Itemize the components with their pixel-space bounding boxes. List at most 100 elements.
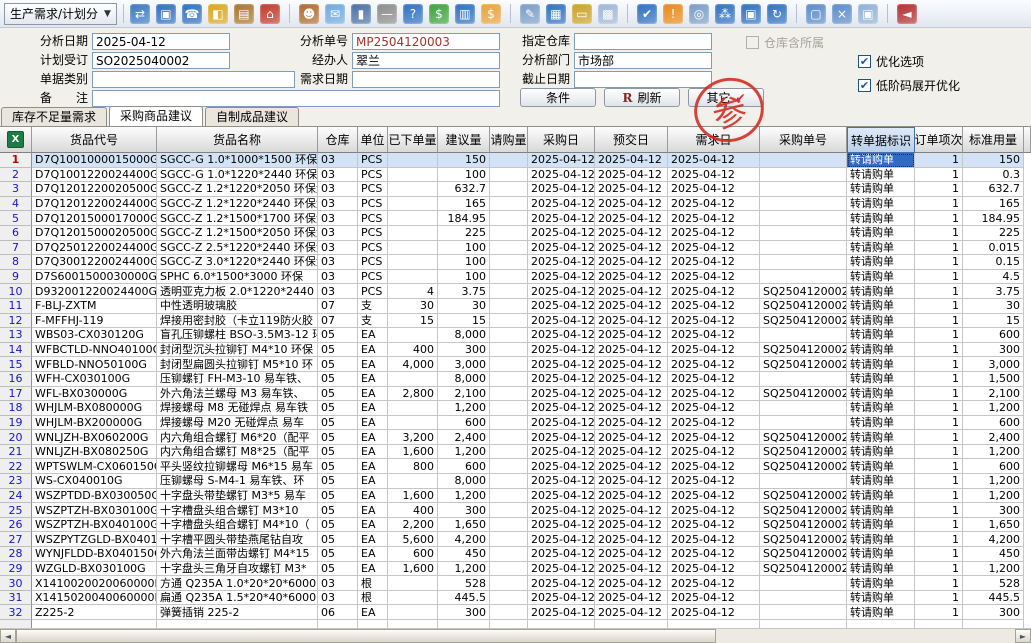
- cell-transfer-flag[interactable]: 转请购单: [847, 518, 915, 533]
- cell-ordered-qty[interactable]: [388, 211, 438, 226]
- cell-code[interactable]: WSZPYTZGLD-BX040150G: [32, 532, 157, 547]
- cell-ordered-qty[interactable]: [388, 328, 438, 343]
- cell-transfer-flag[interactable]: 转请购单: [847, 168, 915, 183]
- cell-transfer-flag[interactable]: 转请购单: [847, 372, 915, 387]
- monitor-edit-icon[interactable]: ▣: [741, 4, 761, 24]
- cell-demand-date[interactable]: 2025-04-12: [668, 182, 760, 197]
- cell-request-qty[interactable]: [490, 430, 528, 445]
- cell-ordered-qty[interactable]: [388, 474, 438, 489]
- cell-purchase-date[interactable]: 2025-04-12: [528, 416, 595, 431]
- cell-name[interactable]: 十字槽平圆头带垫燕尾钻自攻: [157, 532, 318, 547]
- cell-purchase-date[interactable]: 2025-04-12: [528, 226, 595, 241]
- cell-request-qty[interactable]: [490, 474, 528, 489]
- cell-unit[interactable]: EA: [358, 459, 388, 474]
- cell-suggest-qty[interactable]: 1,200: [438, 562, 490, 577]
- table-row[interactable]: 8D7Q3001220024400GSGCC-Z 3.0*1220*2440 环…: [0, 255, 1031, 270]
- cell-request-qty[interactable]: [490, 211, 528, 226]
- row-number[interactable]: 4: [0, 197, 32, 212]
- cell-predeliver-date[interactable]: 2025-04-12: [595, 547, 668, 562]
- cell-unit[interactable]: EA: [358, 401, 388, 416]
- cell-demand-date[interactable]: 2025-04-12: [668, 474, 760, 489]
- scrollbar-track[interactable]: [716, 629, 1015, 643]
- cell-purchase-date[interactable]: 2025-04-12: [528, 489, 595, 504]
- cell-suggest-qty[interactable]: 632.7: [438, 182, 490, 197]
- cell-po-no[interactable]: [760, 474, 847, 489]
- cell-purchase-date[interactable]: 2025-04-12: [528, 328, 595, 343]
- cell-order-item[interactable]: 1: [915, 576, 963, 591]
- cell-transfer-flag[interactable]: 转请购单: [847, 328, 915, 343]
- phone-icon[interactable]: ☎: [182, 4, 202, 24]
- approve-icon[interactable]: ✔: [637, 4, 657, 24]
- column-header-ordered-qty[interactable]: 已下单量: [388, 127, 438, 153]
- cell-suggest-qty[interactable]: 300: [438, 605, 490, 620]
- table-row[interactable]: 10D932001220024400G透明亚克力板 2.0*1220*24400…: [0, 284, 1031, 299]
- cell-unit[interactable]: EA: [358, 532, 388, 547]
- analysis-dept-field[interactable]: [574, 52, 712, 69]
- cell-unit[interactable]: PCS: [358, 211, 388, 226]
- cell-unit[interactable]: PCS: [358, 168, 388, 183]
- cell-ordered-qty[interactable]: [388, 591, 438, 606]
- money-icon[interactable]: $: [429, 4, 449, 24]
- cell-demand-date[interactable]: 2025-04-12: [668, 562, 760, 577]
- cell-name[interactable]: 焊接螺母 M8 无碰焊点 易车铁: [157, 401, 318, 416]
- cell-predeliver-date[interactable]: 2025-04-12: [595, 474, 668, 489]
- cell-name[interactable]: 十字盘头带垫螺钉 M3*5 易车: [157, 489, 318, 504]
- cell-demand-date[interactable]: 2025-04-12: [668, 605, 760, 620]
- cell-transfer-flag[interactable]: 转请购单: [847, 197, 915, 212]
- cell-order-item[interactable]: 1: [915, 416, 963, 431]
- cell-demand-date[interactable]: 2025-04-12: [668, 387, 760, 402]
- cell-request-qty[interactable]: [490, 445, 528, 460]
- cell-po-no[interactable]: [760, 605, 847, 620]
- cell-demand-date[interactable]: 2025-04-12: [668, 547, 760, 562]
- cell-std-qty[interactable]: 600: [963, 416, 1024, 431]
- cell-std-qty[interactable]: 0.15: [963, 255, 1024, 270]
- module-dropdown[interactable]: 生产需求/计划分 ▼: [4, 3, 117, 25]
- cell-unit[interactable]: EA: [358, 503, 388, 518]
- cell-std-qty[interactable]: 600: [963, 459, 1024, 474]
- cell-unit[interactable]: EA: [358, 489, 388, 504]
- cell-ordered-qty[interactable]: [388, 226, 438, 241]
- cell-order-item[interactable]: 1: [915, 284, 963, 299]
- refresh-button[interactable]: R 刷新: [604, 88, 680, 107]
- row-number[interactable]: 32: [0, 605, 32, 620]
- cell-transfer-flag[interactable]: 转请购单: [847, 532, 915, 547]
- cell-name[interactable]: SGCC-Z 1.2*1500*1700 环保大: [157, 211, 318, 226]
- cell-predeliver-date[interactable]: 2025-04-12: [595, 372, 668, 387]
- column-header-name[interactable]: 货品名称: [157, 127, 318, 153]
- cell-warehouse[interactable]: 03: [318, 284, 358, 299]
- cell-name[interactable]: 外六角法兰面带齿螺钉 M4*15: [157, 547, 318, 562]
- cell-std-qty[interactable]: 3.75: [963, 284, 1024, 299]
- cell-transfer-flag[interactable]: 转请购单: [847, 182, 915, 197]
- row-number[interactable]: 15: [0, 357, 32, 372]
- table-row[interactable]: 5D7Q1201500017000GSGCC-Z 1.2*1500*1700 环…: [0, 211, 1031, 226]
- copy-icon[interactable]: ▩: [598, 4, 618, 24]
- cell-transfer-flag[interactable]: 转请购单: [847, 576, 915, 591]
- cell-order-item[interactable]: 1: [915, 226, 963, 241]
- cell-suggest-qty[interactable]: 8,000: [438, 474, 490, 489]
- cell-po-no[interactable]: [760, 241, 847, 256]
- cell-po-no[interactable]: SQ2504120002: [760, 343, 847, 358]
- cell-transfer-flag[interactable]: 转请购单: [847, 226, 915, 241]
- cell-std-qty[interactable]: 1,200: [963, 445, 1024, 460]
- cell-po-no[interactable]: SQ2504120002: [760, 489, 847, 504]
- row-number[interactable]: 9: [0, 270, 32, 285]
- cell-unit[interactable]: EA: [358, 445, 388, 460]
- cell-warehouse[interactable]: 05: [318, 430, 358, 445]
- cell-purchase-date[interactable]: 2025-04-12: [528, 430, 595, 445]
- cell-po-no[interactable]: [760, 372, 847, 387]
- cell-unit[interactable]: PCS: [358, 153, 388, 168]
- cell-transfer-flag[interactable]: 转请购单: [847, 474, 915, 489]
- cell-po-no[interactable]: SQ2504120002: [760, 299, 847, 314]
- cell-unit[interactable]: EA: [358, 328, 388, 343]
- cell-order-item[interactable]: 1: [915, 562, 963, 577]
- cell-transfer-flag[interactable]: 转请购单: [847, 547, 915, 562]
- scroll-left-arrow-icon[interactable]: ◄: [0, 629, 16, 643]
- cell-code[interactable]: WSZPTZH-BX030100G: [32, 503, 157, 518]
- cell-code[interactable]: D7Q3001220024400G: [32, 255, 157, 270]
- cell-name[interactable]: SGCC-Z 3.0*1220*2440 环保大: [157, 255, 318, 270]
- cell-demand-date[interactable]: 2025-04-12: [668, 503, 760, 518]
- cell-ordered-qty[interactable]: [388, 241, 438, 256]
- cell-transfer-flag[interactable]: 转请购单: [847, 562, 915, 577]
- cell-std-qty[interactable]: 300: [963, 605, 1024, 620]
- column-header-order-item[interactable]: 订单项次: [915, 127, 963, 153]
